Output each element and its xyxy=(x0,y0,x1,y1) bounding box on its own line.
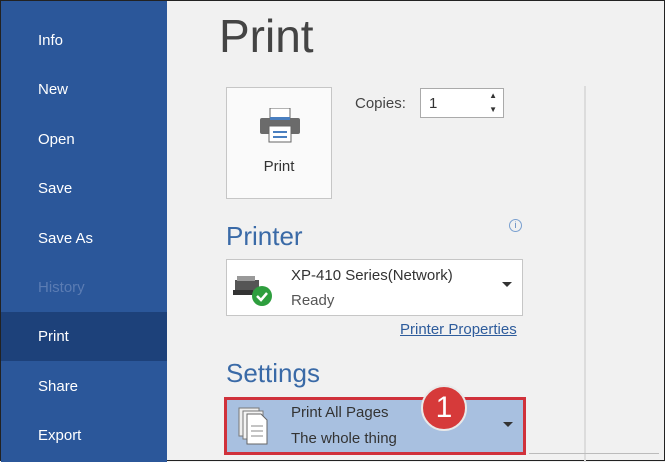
copies-label: Copies: xyxy=(355,95,406,112)
print-pages-option: Print All Pages xyxy=(291,404,389,421)
step-callout-badge: 1 xyxy=(421,385,467,431)
info-icon[interactable]: i xyxy=(509,219,522,232)
printer-name: XP-410 Series(Network) xyxy=(291,267,453,284)
print-pages-dropdown[interactable]: Print All Pages The whole thing xyxy=(224,397,526,455)
nav-open[interactable]: Open xyxy=(1,115,167,164)
printer-ready-icon xyxy=(233,276,272,306)
chevron-down-icon xyxy=(503,422,513,427)
print-pages-description: The whole thing xyxy=(291,430,397,447)
printer-dropdown[interactable]: XP-410 Series(Network) Ready xyxy=(226,259,523,316)
nav-info[interactable]: Info xyxy=(1,16,167,65)
page-title: Print xyxy=(219,10,314,62)
settings-heading: Settings xyxy=(226,358,320,388)
divider-line xyxy=(529,453,659,454)
nav-new[interactable]: New xyxy=(1,65,167,114)
pages-icon xyxy=(238,407,268,445)
preview-divider xyxy=(584,86,586,462)
printer-properties-link[interactable]: Printer Properties xyxy=(400,321,517,338)
copies-value: 1 xyxy=(429,95,438,112)
print-button[interactable]: Print xyxy=(226,87,332,199)
nav-history: History xyxy=(38,279,85,296)
print-button-label: Print xyxy=(263,158,295,175)
nav-share[interactable]: Share xyxy=(1,362,167,411)
spin-up-icon[interactable]: ▲ xyxy=(489,91,497,100)
printer-heading: Printer xyxy=(226,221,303,251)
printer-status: Ready xyxy=(291,292,335,309)
sidebar: Info New Open Save Save As History Print… xyxy=(1,1,167,462)
spin-down-icon[interactable]: ▼ xyxy=(489,105,497,114)
nav-save-as[interactable]: Save As xyxy=(1,214,167,263)
nav-export[interactable]: Export xyxy=(1,411,167,460)
nav-save[interactable]: Save xyxy=(1,164,167,213)
copies-stepper[interactable]: 1 ▲ ▼ xyxy=(420,88,504,118)
printer-icon xyxy=(260,108,300,143)
nav-print[interactable]: Print xyxy=(1,312,167,361)
chevron-down-icon xyxy=(502,282,512,287)
